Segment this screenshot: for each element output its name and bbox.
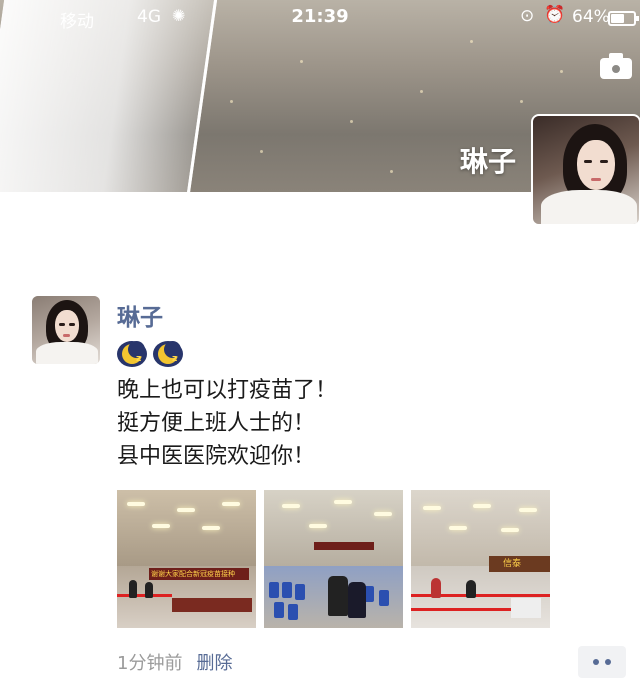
post-author-avatar[interactable] [32,296,100,364]
cover-username: 琳子 [459,145,516,178]
post-photo-3[interactable]: 信泰 [411,490,550,628]
post-photo-2[interactable] [264,490,403,628]
photo-banner-text: 谢谢大家配合新冠疫苗接种 [151,570,235,578]
more-actions-button[interactable] [578,646,626,678]
status-bar: 移动 4G ✺ 21:39 ⊙ ⏰ 64% [0,0,640,34]
camera-icon[interactable] [600,53,634,79]
post-text-line: 晚上也可以打疫苗了！ [117,378,338,403]
post-timestamp: 1分钟前 [117,653,183,674]
delete-link[interactable]: 删除 [196,653,232,674]
battery-percent: 64% [572,7,610,27]
post-author-name[interactable]: 琳子 [117,298,163,332]
battery-icon [608,11,639,26]
post-text-line: 县中医医院欢迎你！ [117,444,316,469]
alarm-icon: ⏰ [544,5,566,25]
post-text: 晚上也可以打疫苗了！ 挺方便上班人士的！ 县中医医院欢迎你！ [117,374,337,473]
post-photo-1[interactable]: 谢谢大家配合新冠疫苗接种 [117,490,256,628]
photo-grid: 谢谢大家配合新冠疫苗接种 信泰 [117,490,550,628]
post-footer: 1分钟前 删除 [117,649,232,675]
photo-banner-text: 信泰 [503,559,522,569]
rotation-lock-icon: ⊙ [520,6,535,26]
emoji-row: z z [117,339,183,371]
post-text-line: 挺方便上班人士的！ [117,411,316,436]
profile-avatar[interactable] [531,114,640,226]
moon-sleep-emoji-icon: z [117,339,147,369]
moon-sleep-emoji-icon: z [153,339,183,369]
